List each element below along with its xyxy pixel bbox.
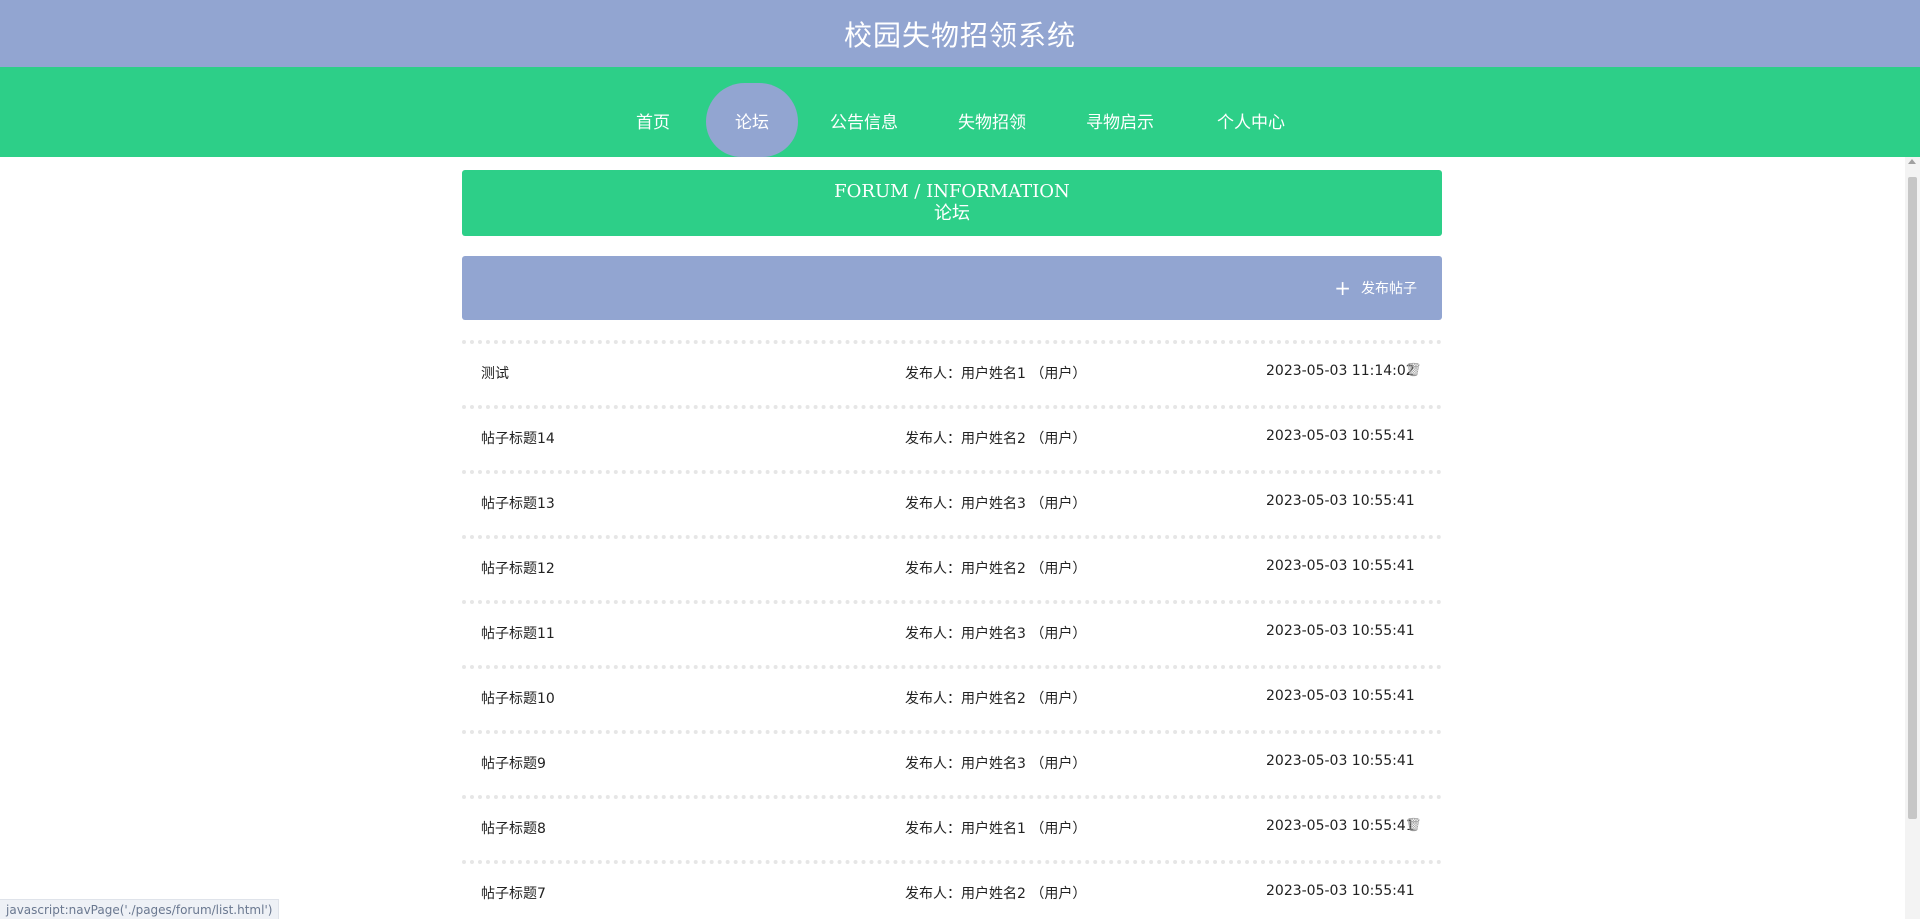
post-row: 帖子标题12 发布人：用户姓名2 （用户） 2023-05-03 10:55:4…	[462, 535, 1442, 600]
nav-item-profile[interactable]: 个人中心	[1210, 83, 1292, 157]
nav-item-announcements[interactable]: 公告信息	[823, 83, 905, 157]
forum-content: FORUM / INFORMATION 论坛 + 发布帖子 测试 发布人：用户姓…	[462, 170, 1442, 919]
post-time: 2023-05-03 10:55:41	[1266, 493, 1415, 509]
trash-icon[interactable]: 🗑	[1405, 818, 1422, 833]
post-author: 发布人：用户姓名2 （用户）	[905, 431, 1087, 447]
post-title[interactable]: 帖子标题9	[481, 753, 546, 773]
post-author: 发布人：用户姓名2 （用户）	[905, 886, 1087, 902]
post-time: 2023-05-03 10:55:41	[1266, 753, 1415, 769]
post-time: 2023-05-03 10:55:41	[1266, 688, 1415, 704]
action-bar: + 发布帖子	[462, 256, 1442, 320]
trash-icon[interactable]: 🗑	[1405, 363, 1422, 378]
title-bar: 校园失物招领系统	[0, 0, 1920, 67]
nav-item-forum[interactable]: 论坛	[706, 83, 798, 157]
post-author: 发布人：用户姓名2 （用户）	[905, 561, 1087, 577]
post-row: 帖子标题11 发布人：用户姓名3 （用户） 2023-05-03 10:55:4…	[462, 600, 1442, 665]
banner-title-cn: 论坛	[934, 203, 970, 224]
post-title[interactable]: 帖子标题13	[481, 493, 555, 513]
post-author: 发布人：用户姓名1 （用户）	[905, 821, 1087, 837]
post-title[interactable]: 帖子标题12	[481, 558, 555, 578]
post-author: 发布人：用户姓名3 （用户）	[905, 626, 1087, 642]
post-author: 发布人：用户姓名3 （用户）	[905, 496, 1087, 512]
nav-item-lost-notice[interactable]: 寻物启示	[1079, 83, 1161, 157]
post-title[interactable]: 帖子标题10	[481, 688, 555, 708]
post-row: 帖子标题7 发布人：用户姓名2 （用户） 2023-05-03 10:55:41	[462, 860, 1442, 919]
section-banner: FORUM / INFORMATION 论坛	[462, 170, 1442, 236]
post-author: 发布人：用户姓名3 （用户）	[905, 756, 1087, 772]
post-row: 帖子标题10 发布人：用户姓名2 （用户） 2023-05-03 10:55:4…	[462, 665, 1442, 730]
scroll-up-arrow-icon[interactable]	[1908, 159, 1916, 164]
post-row: 帖子标题14 发布人：用户姓名2 （用户） 2023-05-03 10:55:4…	[462, 405, 1442, 470]
post-author: 发布人：用户姓名2 （用户）	[905, 691, 1087, 707]
post-time: 2023-05-03 10:55:41	[1266, 623, 1415, 639]
post-row: 帖子标题8 发布人：用户姓名1 （用户） 2023-05-03 10:55:41…	[462, 795, 1442, 860]
post-author: 发布人：用户姓名1 （用户）	[905, 366, 1087, 382]
post-title[interactable]: 帖子标题11	[481, 623, 555, 643]
app-root: 校园失物招领系统 首页 论坛 公告信息 失物招领 寻物启示 个人中心 FORUM…	[0, 0, 1920, 919]
site-title: 校园失物招领系统	[843, 18, 1076, 52]
post-time: 2023-05-03 10:55:41	[1266, 558, 1415, 574]
post-time: 2023-05-03 10:55:41	[1266, 818, 1415, 834]
post-title[interactable]: 帖子标题8	[481, 818, 546, 838]
post-title[interactable]: 测试	[481, 363, 509, 383]
main-nav: 首页 论坛 公告信息 失物招领 寻物启示 个人中心	[0, 67, 1920, 157]
post-title[interactable]: 帖子标题14	[481, 428, 555, 448]
vertical-scrollbar[interactable]	[1905, 157, 1920, 919]
plus-icon: +	[1334, 276, 1351, 300]
add-post-button[interactable]: + 发布帖子	[1334, 256, 1417, 320]
post-title[interactable]: 帖子标题7	[481, 883, 546, 903]
post-time: 2023-05-03 11:14:02	[1266, 363, 1415, 379]
status-bar-url: javascript:navPage('./pages/forum/list.h…	[0, 899, 280, 919]
post-row: 测试 发布人：用户姓名1 （用户） 2023-05-03 11:14:02 🗑	[462, 340, 1442, 405]
post-list: 测试 发布人：用户姓名1 （用户） 2023-05-03 11:14:02 🗑 …	[462, 340, 1442, 919]
nav-item-lost-and-found[interactable]: 失物招领	[951, 83, 1033, 157]
nav-item-home[interactable]: 首页	[620, 83, 686, 157]
post-time: 2023-05-03 10:55:41	[1266, 428, 1415, 444]
post-time: 2023-05-03 10:55:41	[1266, 883, 1415, 899]
add-post-label: 发布帖子	[1361, 281, 1417, 297]
banner-title-en: FORUM / INFORMATION	[834, 181, 1070, 202]
scroll-thumb[interactable]	[1908, 177, 1917, 819]
post-row: 帖子标题13 发布人：用户姓名3 （用户） 2023-05-03 10:55:4…	[462, 470, 1442, 535]
post-row: 帖子标题9 发布人：用户姓名3 （用户） 2023-05-03 10:55:41	[462, 730, 1442, 795]
